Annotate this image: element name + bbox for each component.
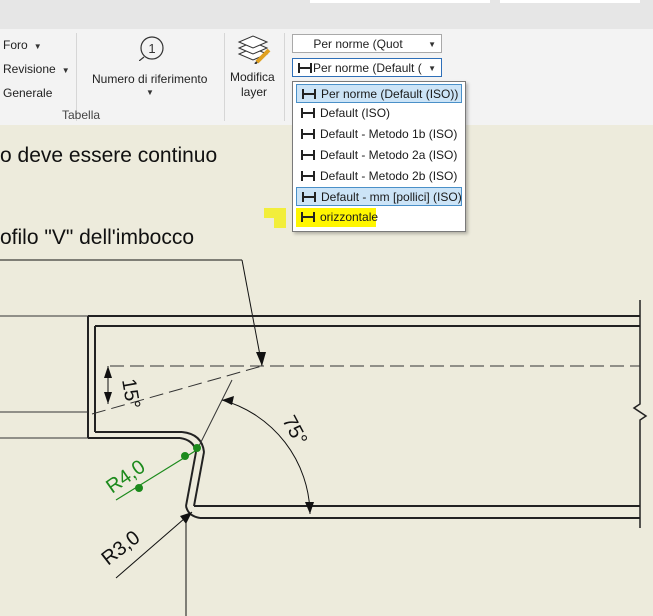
dropdown-item-metodo-2a[interactable]: Default - Metodo 2a (ISO): [296, 146, 462, 165]
dim-radius-r3: R3,0: [98, 527, 145, 570]
dropdown-item-metodo-1b[interactable]: Default - Metodo 1b (ISO): [296, 125, 462, 144]
dropdown-item-orizzontale[interactable]: orizzontale: [296, 208, 379, 227]
dropdown-item-default-iso[interactable]: Default (ISO): [296, 104, 462, 123]
highlighter-mark-2: [274, 218, 286, 228]
dimension-style-icon: [301, 150, 315, 160]
dimension-style-icon: [301, 212, 315, 222]
leader-arrow: [256, 352, 266, 366]
dropdown-item-mm-pollici[interactable]: Default - mm [pollici] (ISO): [296, 187, 462, 206]
part-outline: [87, 315, 640, 519]
break-symbol: [632, 300, 648, 528]
dropdown-item-metodo-2b[interactable]: Default - Metodo 2b (ISO): [296, 167, 462, 186]
dropdown-item-label: Default - Metodo 2a (ISO): [320, 148, 458, 162]
dimension-style-icon: [302, 89, 316, 99]
dim-radius-r4: R4,0: [102, 456, 149, 498]
dimension-style-icon: [301, 171, 315, 181]
dimension-style-icon: [301, 129, 315, 139]
dropdown-item-label: Default - mm [pollici] (ISO): [321, 190, 462, 204]
dropdown-item-label: orizzontale: [320, 210, 379, 224]
dropdown-item-label: Default (ISO): [320, 106, 391, 120]
dropdown-item-label: Default - Metodo 2b (ISO): [320, 169, 458, 183]
dropdown-item-label: Default - Metodo 1b (ISO): [320, 127, 458, 141]
dropdown-item-label: Per norme (Default (ISO)): [321, 87, 459, 101]
highlighter-mark: [264, 208, 286, 218]
dim-angle-75: 75°: [278, 412, 312, 449]
dimension-style-icon: [301, 108, 315, 118]
dropdown-item-per-norme[interactable]: Per norme (Default (ISO)): [296, 84, 462, 103]
dimension-style-icon: [302, 192, 316, 202]
dimension-style-dropdown[interactable]: Per norme (Default (ISO)) Default (ISO) …: [292, 81, 466, 232]
